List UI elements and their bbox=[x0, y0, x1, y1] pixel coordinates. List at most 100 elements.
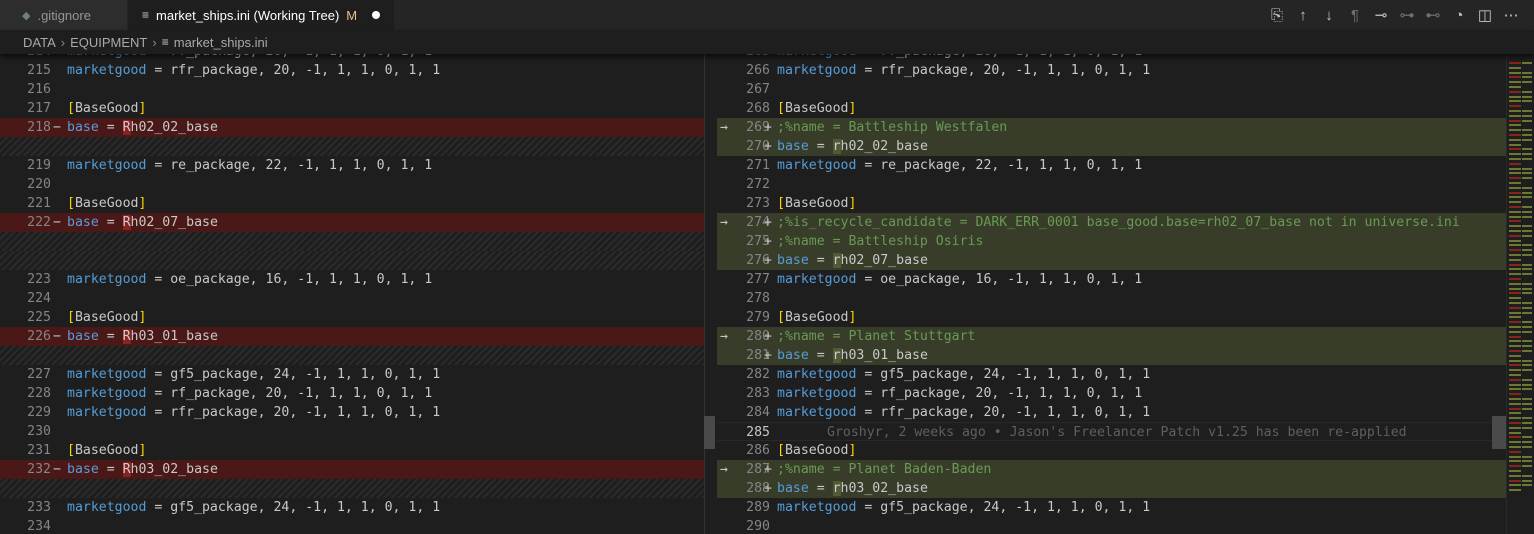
code-line[interactable]: 218− base = Rh02_02_base bbox=[0, 118, 704, 137]
diff-splitter[interactable] bbox=[704, 54, 717, 534]
ruler-mark bbox=[1522, 364, 1532, 367]
plus-icon: + bbox=[764, 329, 772, 344]
code-line[interactable]: 228 marketgood = rf_package, 20, -1, 1, 1… bbox=[0, 384, 704, 403]
value-token: h02_07_base bbox=[130, 215, 218, 230]
code-line[interactable]: 221 [BaseGood] bbox=[0, 194, 704, 213]
revert-arrow-icon[interactable]: → bbox=[720, 118, 728, 137]
unsaved-dot-icon[interactable] bbox=[372, 11, 381, 19]
ruler-mark bbox=[1509, 297, 1521, 300]
operator-token: = bbox=[808, 253, 833, 268]
changed-char-highlight: R bbox=[122, 120, 131, 135]
split-editor-icon[interactable]: ◫ bbox=[1472, 2, 1498, 28]
code-line[interactable]: 225 [BaseGood] bbox=[0, 308, 704, 327]
revert-arrow-icon[interactable]: → bbox=[720, 213, 728, 232]
git-compare-next-icon[interactable]: ⊷ bbox=[1420, 2, 1446, 28]
previous-change-icon[interactable]: ↑ bbox=[1290, 2, 1316, 28]
ruler-mark bbox=[1509, 350, 1521, 352]
code-line[interactable]: 275 + ;%name = Battleship Osiris bbox=[717, 232, 1507, 251]
original-editor[interactable]: 214marketgood = rf_package, 20, -1, 1, 1… bbox=[0, 42, 704, 534]
code-line[interactable]: 286 [BaseGood] bbox=[717, 441, 1507, 460]
code-line[interactable]: 290 bbox=[717, 517, 1507, 534]
code-line[interactable]: 279 [BaseGood] bbox=[717, 308, 1507, 327]
git-compare-icon[interactable]: ⊶ bbox=[1394, 2, 1420, 28]
modified-editor[interactable]: 265marketgood = rf_package, 20, -1, 1, 1… bbox=[717, 42, 1507, 534]
timeline-icon[interactable]: ◔ bbox=[1446, 2, 1472, 28]
code-line[interactable]: 272 bbox=[717, 175, 1507, 194]
code-line[interactable]: 268 [BaseGood] bbox=[717, 99, 1507, 118]
code-line[interactable]: 281 + base = rh03_01_base bbox=[717, 346, 1507, 365]
code-line[interactable]: 284 marketgood = rfr_package, 20, -1, 1, … bbox=[717, 403, 1507, 422]
code-line[interactable]: 267 bbox=[717, 80, 1507, 99]
code-line[interactable]: 269 + → ;%name = Battleship Westfalen bbox=[717, 118, 1507, 137]
code-line[interactable]: 278 bbox=[717, 289, 1507, 308]
overview-ruler[interactable] bbox=[1506, 54, 1534, 534]
tab-gitignore[interactable]: ◆ .gitignore bbox=[0, 0, 128, 30]
key-token: marketgood bbox=[777, 272, 857, 287]
code-line[interactable]: 277 marketgood = oe_package, 16, -1, 1, 1… bbox=[717, 270, 1507, 289]
value-token: rfr_package, 20, -1, 1, 1, 0, 1, 1 bbox=[170, 405, 441, 420]
code-line[interactable]: 285 Groshyr, 2 weeks ago • Jason's Freela… bbox=[717, 422, 1507, 441]
value-token: h03_01_base bbox=[840, 348, 928, 363]
show-whitespace-icon[interactable]: ¶ bbox=[1342, 2, 1368, 28]
line-number: 286 bbox=[746, 443, 770, 458]
more-actions-icon[interactable]: ⋯ bbox=[1498, 2, 1524, 28]
code-line[interactable]: 216 bbox=[0, 80, 704, 99]
code-line[interactable]: 274 + → ;%is_recycle_candidate = DARK_ERR_0… bbox=[717, 213, 1507, 232]
code-text: marketgood = oe_package, 16, -1, 1, 1, 0… bbox=[67, 270, 432, 289]
code-line[interactable]: 282 marketgood = gf5_package, 24, -1, 1, … bbox=[717, 365, 1507, 384]
code-line[interactable]: 280 + → ;%name = Planet Stuttgart bbox=[717, 327, 1507, 346]
code-line[interactable]: 230 bbox=[0, 422, 704, 441]
left-scrollbar-thumb[interactable] bbox=[704, 416, 715, 449]
code-line[interactable]: 273 [BaseGood] bbox=[717, 194, 1507, 213]
operator-token: = bbox=[146, 63, 171, 78]
line-number: 225 bbox=[27, 310, 51, 325]
plus-icon: + bbox=[764, 348, 772, 363]
code-line[interactable]: 220 bbox=[0, 175, 704, 194]
code-text: marketgood = gf5_package, 24, -1, 1, 1, … bbox=[777, 498, 1150, 517]
bracket-token: ] bbox=[138, 196, 147, 211]
value-token: gf5_package, 24, -1, 1, 1, 0, 1, 1 bbox=[880, 500, 1151, 515]
line-number: 267 bbox=[746, 82, 770, 97]
ruler-mark bbox=[1522, 282, 1532, 285]
line-number: 278 bbox=[746, 291, 770, 306]
code-line[interactable]: 289 marketgood = gf5_package, 24, -1, 1, … bbox=[717, 498, 1507, 517]
code-line[interactable]: 215 marketgood = rfr_package, 20, -1, 1, … bbox=[0, 61, 704, 80]
right-scrollbar-thumb[interactable] bbox=[1492, 416, 1506, 449]
code-line[interactable]: 227 marketgood = gf5_package, 24, -1, 1, … bbox=[0, 365, 704, 384]
breadcrumb-data[interactable]: DATA bbox=[23, 35, 56, 50]
tab-market-ships[interactable]: ≡ market_ships.ini (Working Tree) M bbox=[128, 0, 395, 30]
code-text: base = rh02_02_base bbox=[777, 137, 928, 156]
code-line[interactable]: 229 marketgood = rfr_package, 20, -1, 1, … bbox=[0, 403, 704, 422]
key-token: marketgood bbox=[67, 367, 147, 382]
code-line[interactable]: 233 marketgood = gf5_package, 24, -1, 1, … bbox=[0, 498, 704, 517]
next-change-icon[interactable]: ↓ bbox=[1316, 2, 1342, 28]
code-line[interactable]: 288 + base = rh03_02_base bbox=[717, 479, 1507, 498]
code-line[interactable]: 232− base = Rh03_02_base bbox=[0, 460, 704, 479]
code-line[interactable]: 270 + base = rh02_02_base bbox=[717, 137, 1507, 156]
code-line[interactable]: 287 + → ;%name = Planet Baden-Baden bbox=[717, 460, 1507, 479]
revert-arrow-icon[interactable]: → bbox=[720, 460, 728, 479]
code-line[interactable]: 276 + base = rh02_07_base bbox=[717, 251, 1507, 270]
code-line[interactable]: 217 [BaseGood] bbox=[0, 99, 704, 118]
open-file-icon[interactable]: ⎘ bbox=[1264, 2, 1290, 28]
ruler-mark bbox=[1522, 426, 1532, 429]
changed-char-highlight: r bbox=[832, 253, 841, 268]
code-line[interactable]: 226− base = Rh03_01_base bbox=[0, 327, 704, 346]
code-line[interactable]: 271 marketgood = re_package, 22, -1, 1, 1… bbox=[717, 156, 1507, 175]
code-line[interactable]: 219 marketgood = re_package, 22, -1, 1, 1… bbox=[0, 156, 704, 175]
breadcrumb-file[interactable]: market_ships.ini bbox=[174, 35, 268, 50]
comment-token: ;%is_recycle_candidate = DARK_ERR_0001 b… bbox=[777, 215, 1460, 230]
code-line[interactable]: 283 marketgood = rf_package, 20, -1, 1, 1… bbox=[717, 384, 1507, 403]
code-line[interactable]: 224 bbox=[0, 289, 704, 308]
plus-icon: + bbox=[764, 120, 772, 135]
code-line[interactable]: 231 [BaseGood] bbox=[0, 441, 704, 460]
code-line[interactable]: 223 marketgood = oe_package, 16, -1, 1, 1… bbox=[0, 270, 704, 289]
code-line[interactable]: 234 bbox=[0, 517, 704, 534]
breadcrumb-equipment[interactable]: EQUIPMENT bbox=[70, 35, 147, 50]
revert-arrow-icon[interactable]: → bbox=[720, 327, 728, 346]
code-line[interactable]: 266 marketgood = rfr_package, 20, -1, 1, … bbox=[717, 61, 1507, 80]
code-line[interactable]: 222− base = Rh02_07_base bbox=[0, 213, 704, 232]
ruler-mark bbox=[1509, 206, 1521, 208]
git-commit-icon[interactable]: ⊸ bbox=[1368, 2, 1394, 28]
operator-token: = bbox=[146, 500, 171, 515]
